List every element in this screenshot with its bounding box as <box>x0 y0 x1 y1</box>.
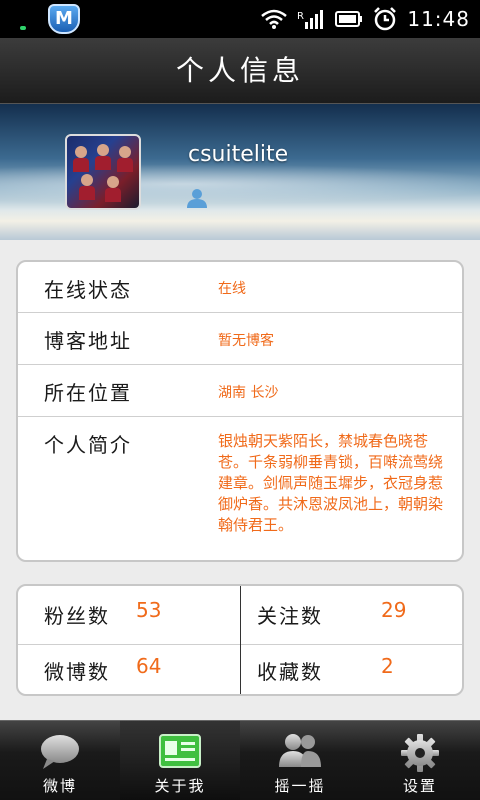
profile-info-card: 在线状态 在线 博客地址 暂无博客 所在位置 湖南 长沙 个人简介 银烛朝天紫陌… <box>16 260 464 562</box>
weibo-count: 64 <box>136 654 162 678</box>
tab-weibo[interactable]: 微博 <box>0 721 120 800</box>
gear-icon <box>400 733 440 777</box>
bio-label: 个人简介 <box>44 433 132 457</box>
following-count: 29 <box>381 598 407 622</box>
following-label: 关注数 <box>257 604 323 628</box>
page-title: 个人信息 <box>175 54 304 87</box>
bio-value: 银烛朝天紫陌长，禁城春色晓苍苍。千条弱柳垂青锁，百啭流莺绕建章。剑佩声随玉墀步，… <box>218 432 444 534</box>
notification-led-icon <box>20 26 26 30</box>
battery-icon <box>335 10 363 28</box>
location-label: 所在位置 <box>44 381 132 405</box>
info-row-location: 所在位置 湖南 长沙 <box>18 365 462 417</box>
svg-text:R: R <box>297 11 304 22</box>
username: csuitelite <box>188 142 289 167</box>
online-status-value: 在线 <box>218 281 246 297</box>
tab-about-me[interactable]: 关于我 <box>120 721 240 800</box>
signal-icon: R <box>297 8 325 30</box>
people-icon <box>277 733 323 773</box>
blog-value[interactable]: 暂无博客 <box>218 330 274 350</box>
favorites-label: 收藏数 <box>257 660 323 684</box>
tab-settings-label: 设置 <box>402 777 437 795</box>
app-shield-icon: M <box>48 4 80 34</box>
avatar[interactable] <box>65 134 141 210</box>
info-row-blog: 博客地址 暂无博客 <box>18 313 462 365</box>
user-silhouette-icon <box>186 188 208 212</box>
favorites-count: 2 <box>381 654 394 678</box>
profile-banner: csuitelite <box>0 104 480 240</box>
tab-weibo-label: 微博 <box>42 777 77 795</box>
id-card-icon <box>159 733 201 773</box>
status-bar: M R 11:48 <box>0 0 480 38</box>
title-bar: 个人信息 <box>0 38 480 104</box>
tab-shake-label: 摇一摇 <box>274 777 326 795</box>
tab-shake[interactable]: 摇一摇 <box>240 721 360 800</box>
location-value: 湖南 长沙 <box>218 385 279 401</box>
info-row-bio: 个人简介 银烛朝天紫陌长，禁城春色晓苍苍。千条弱柳垂青锁，百啭流莺绕建章。剑佩声… <box>18 417 462 560</box>
stat-fans[interactable]: 粉丝数 53 <box>18 586 240 642</box>
wifi-icon <box>261 9 288 29</box>
stat-favorites[interactable]: 收藏数 2 <box>241 642 462 694</box>
weibo-label: 微博数 <box>44 660 110 684</box>
status-time: 11:48 <box>407 7 470 31</box>
stat-following[interactable]: 关注数 29 <box>241 586 462 642</box>
stat-weibo[interactable]: 微博数 64 <box>18 642 240 694</box>
online-status-label: 在线状态 <box>44 278 132 302</box>
speech-bubble-icon <box>39 733 81 775</box>
alarm-clock-icon <box>373 7 397 31</box>
tab-about-me-label: 关于我 <box>154 777 206 795</box>
fans-count: 53 <box>136 598 162 622</box>
blog-label: 博客地址 <box>44 329 132 353</box>
fans-label: 粉丝数 <box>44 604 110 628</box>
bottom-tab-bar: 微博 关于我 摇一摇 设置 <box>0 720 480 800</box>
stats-card: 粉丝数 53 关注数 29 微博数 64 收藏数 2 <box>16 584 464 696</box>
tab-settings[interactable]: 设置 <box>360 721 480 800</box>
info-row-online-status: 在线状态 在线 <box>18 262 462 313</box>
